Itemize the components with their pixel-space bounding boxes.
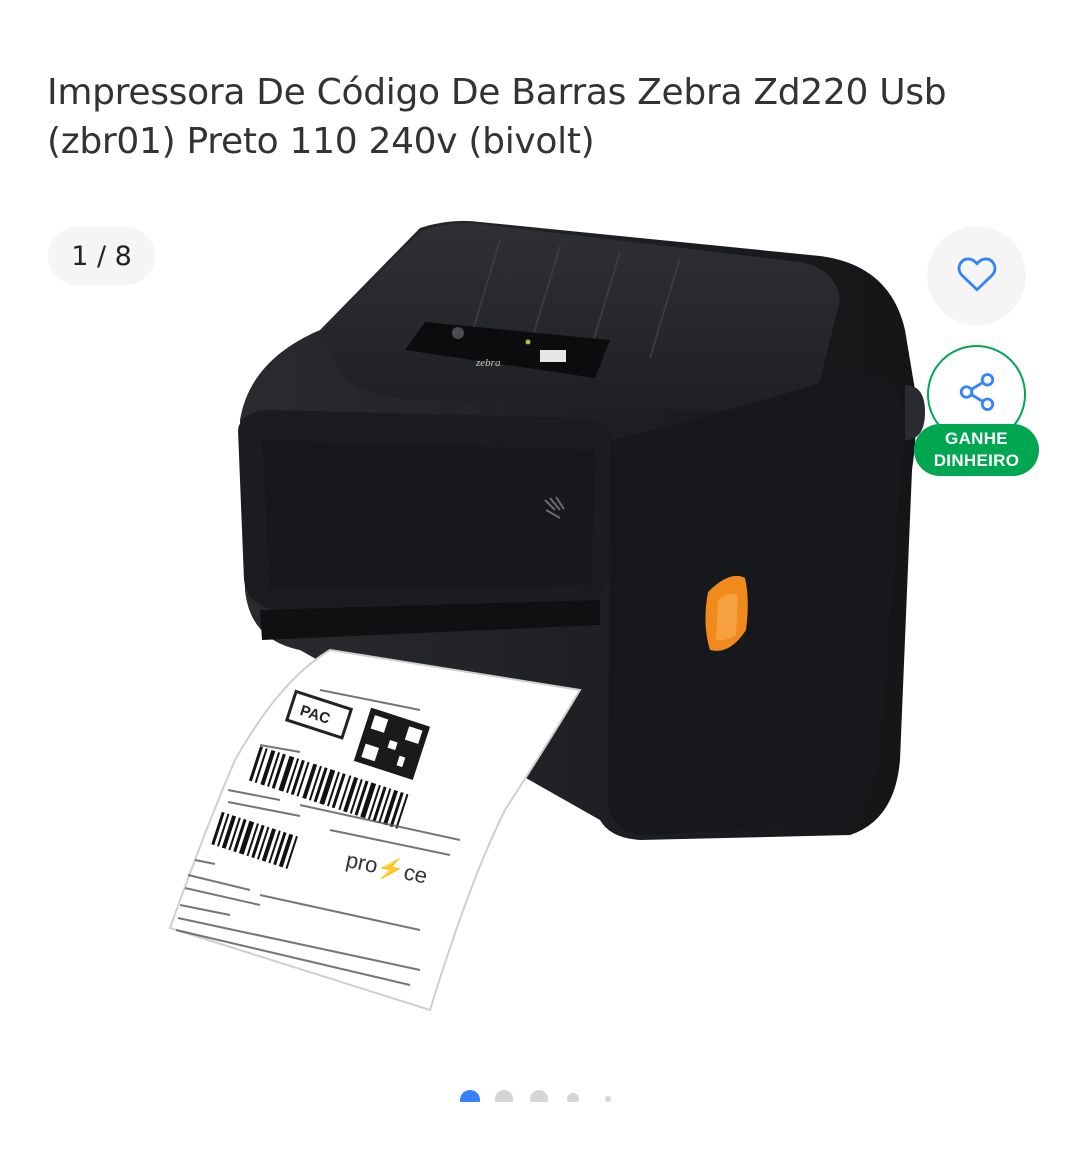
heart-icon [956, 254, 998, 298]
share-icon [956, 371, 998, 417]
carousel-dot[interactable] [530, 1090, 548, 1102]
carousel-dot-active[interactable] [460, 1090, 480, 1102]
svg-text:zebra: zebra [475, 357, 501, 369]
product-title: Impressora De Código De Barras Zebra Zd2… [47, 72, 947, 163]
earn-line2: DINHEIRO [933, 451, 1020, 470]
carousel-dot[interactable] [567, 1093, 579, 1102]
image-counter: 1 / 8 [48, 227, 155, 285]
product-image[interactable]: zebra PAC pro⚡ce [150, 210, 930, 1040]
carousel-dot[interactable] [605, 1096, 611, 1102]
earn-money-badge[interactable]: GANHE DINHEIRO [914, 424, 1039, 476]
carousel-pagination [455, 1088, 625, 1102]
carousel-dot[interactable] [495, 1090, 513, 1102]
favorite-button[interactable] [927, 226, 1026, 325]
earn-line1: GANHE [945, 429, 1008, 448]
